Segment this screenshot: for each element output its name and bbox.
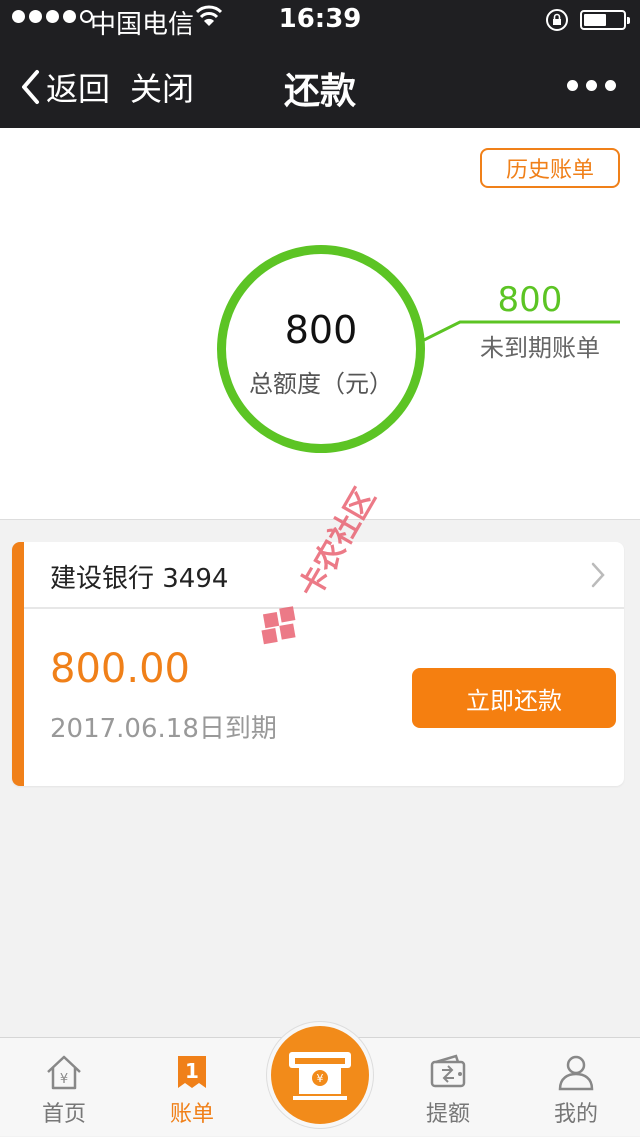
svg-text:¥: ¥ [317,1072,324,1085]
battery-icon [580,10,630,30]
watermark-logo: 卡农社区 [261,483,383,645]
tab-home-label: 首页 [41,1102,86,1127]
tab-mine[interactable]: 我的 [512,1038,640,1137]
history-bills-button[interactable]: 历史账单 [480,148,620,188]
atm-cash-icon: ¥ [289,1052,351,1100]
total-limit-amount: 800 [284,308,358,352]
clock: 16:39 [278,4,362,34]
bill-icon: 1 [178,1056,206,1088]
tab-home[interactable]: ¥ 首页 [0,1038,128,1137]
credit-summary: 历史账单 800 总额度（元） 800 未到期账单 [0,128,640,520]
undue-bill-label: 未到期账单 [480,334,600,362]
svg-text:1: 1 [185,1059,199,1083]
home-icon: ¥ [47,1055,81,1090]
due-date: 2017.06.18日到期 [50,714,277,744]
total-limit-ring: 800 总额度（元） [217,245,425,453]
page-title: 还款 [283,71,356,112]
user-icon [558,1055,594,1091]
status-bar: 中国电信 16:39 [0,0,640,40]
svg-text:¥: ¥ [60,1072,68,1087]
repay-center-button[interactable]: ¥ [267,1022,373,1128]
wallet-icon [430,1054,466,1088]
chevron-right-icon [591,562,605,588]
rotation-lock-icon [546,9,568,31]
more-dot-icon [567,80,578,91]
tab-raise-limit-label: 提额 [425,1102,470,1127]
watermark-text: 卡农社区 [293,483,383,604]
navigation-bar: 返回 关闭 还款 [0,40,640,128]
more-dot-icon [586,80,597,91]
repay-now-button[interactable]: 立即还款 [412,668,616,728]
tab-bills[interactable]: 1 账单 [128,1038,256,1137]
tab-bills-label: 账单 [169,1102,214,1127]
top-bar: 中国电信 16:39 返回 关闭 还款 [0,0,640,128]
more-menu-button[interactable] [567,80,616,91]
bank-name: 建设银行 3494 [50,564,229,594]
tab-raise-limit[interactable]: 提额 [384,1038,512,1137]
tab-mine-label: 我的 [553,1102,598,1127]
bill-amount: 800.00 [50,646,190,692]
more-dot-icon [605,80,616,91]
undue-bill-amount[interactable]: 800 [460,280,600,320]
total-limit-label: 总额度（元） [249,370,393,398]
